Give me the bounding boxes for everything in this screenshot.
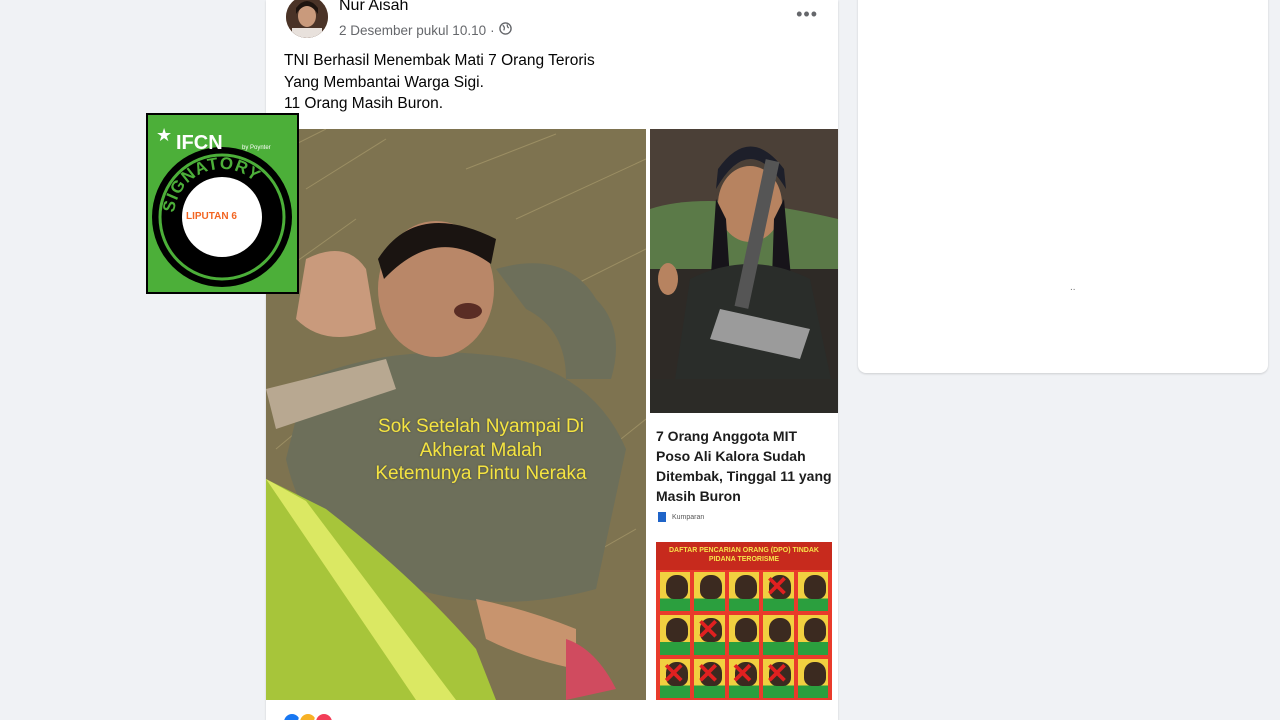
news-source: Kumparan [658,512,832,528]
caption-line: 11 Orang Masih Buron. [284,95,444,112]
suspect-face [666,618,688,643]
ifcn-label: IFCN [176,132,223,154]
photo-scene [650,129,838,413]
post-photo-main[interactable]: Sok Setelah Nyampai Di Akherat Malah Ket… [266,129,646,700]
post-timestamp[interactable]: 2 Desember pukul 10.10 [339,23,486,38]
suspect-face [734,618,757,643]
overlay-line: Sok Setelah Nyampai Di [378,416,584,437]
post-options-button[interactable]: ••• [796,4,818,24]
dpo-grid: ✕ ✕ ✕ ✕ ✕ ✕ [660,572,828,698]
post-caption: TNI Berhasil Menembak Mati 7 Orang Teror… [284,50,804,115]
dpo-header: DAFTAR PENCARIAN ORANG (DPO) TINDAK PIDA… [656,542,832,570]
liputan6-logo-text: LIPUTAN 6 [186,211,237,222]
overlay-line: Akherat Malah [419,439,543,461]
kumparan-logo-icon [658,512,666,522]
reaction-icons[interactable] [282,712,334,720]
dpo-suspect-photo [763,615,794,655]
svg-text:★: ★ [156,125,172,146]
photo-overlay-text: Sok Setelah Nyampai Di Akherat Malah Ket… [316,415,646,486]
post-photo-secondary[interactable] [650,129,838,413]
dpo-suspect-photo [728,572,760,612]
dpo-suspect-photo: ✕ [694,614,725,655]
dpo-poster: DAFTAR PENCARIAN ORANG (DPO) TINDAK PIDA… [656,542,832,700]
ifcn-sub-label: by Poynter [242,145,271,151]
crossed-out-icon: ✕ [730,657,755,689]
dpo-suspect-photo [694,572,725,612]
overlay-line: Ketemunya Pintu Neraka [375,463,587,484]
suspect-face [769,618,792,643]
dpo-suspect-photo [660,615,691,655]
love-reaction-icon [314,712,334,720]
suspect-face [666,575,688,599]
caption-line: Yang Membantai Warga Sigi. [284,73,484,91]
post-author-name[interactable]: Nur Aisah [339,0,408,15]
dpo-suspect-photo: ✕ [763,657,794,698]
suspect-face [734,575,757,599]
suspect-face [803,618,826,643]
crossed-out-icon: ✕ [696,614,720,646]
crossed-out-icon: ✕ [765,657,789,689]
suspect-face [700,575,723,599]
suspect-face [803,661,826,686]
post-card: Nur Aisah 2 Desember pukul 10.10 · ••• T… [266,0,838,720]
dpo-suspect-photo: ✕ [763,571,794,612]
news-title: 7 Orang Anggota MIT Poso Ali Kalora Suda… [656,428,832,504]
post-meta: 2 Desember pukul 10.10 · [339,22,512,38]
author-avatar[interactable] [286,0,328,38]
dpo-suspect-photo [728,615,760,655]
crossed-out-icon: ✕ [662,657,686,689]
crossed-out-icon: ✕ [696,657,720,689]
ifcn-signatory-badge: SIGNATORY IFCN by Poynter ★ LIPUTAN 6 [146,113,299,294]
meta-separator: · [490,22,495,38]
dpo-suspect-photo [797,615,828,655]
dpo-suspect-photo [797,572,828,612]
news-source-name: Kumparan [671,513,705,521]
sidebar-card [858,0,1268,373]
news-screenshot[interactable]: 7 Orang Anggota MIT Poso Ali Kalora Suda… [650,416,838,700]
crossed-out-icon: ✕ [765,571,789,602]
dpo-suspect-photo [660,572,691,612]
dpo-suspect-photo: ✕ [660,657,691,698]
loading-indicator: .. [1070,282,1076,293]
globe-icon [498,22,512,38]
caption-line: TNI Berhasil Menembak Mati 7 Orang Teror… [284,52,595,69]
dpo-suspect-photo [797,658,828,698]
suspect-face [803,575,826,599]
dpo-suspect-photo: ✕ [728,657,760,698]
dpo-suspect-photo: ✕ [694,657,725,698]
